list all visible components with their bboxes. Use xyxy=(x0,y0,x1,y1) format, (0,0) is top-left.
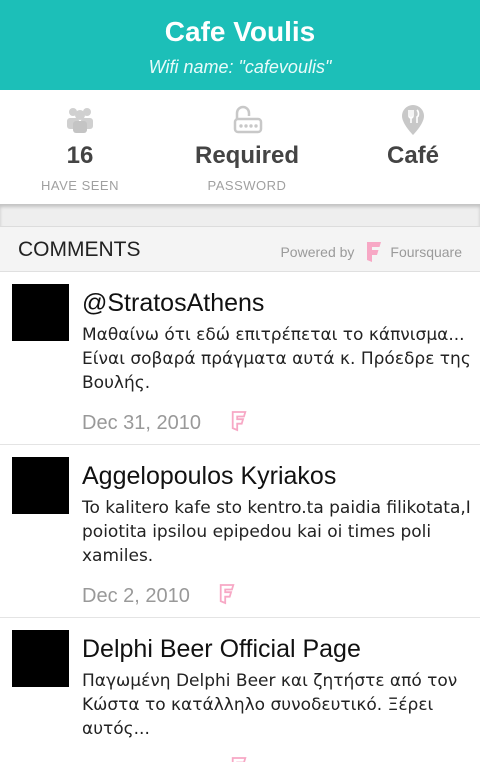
password-label: PASSWORD xyxy=(207,178,287,193)
avatar[interactable] xyxy=(12,284,69,341)
comment-date: Dec 31, 2010 xyxy=(82,412,201,434)
venue-header: Cafe Voulis Wifi name: "cafevoulis" xyxy=(0,0,480,90)
wifi-name: Wifi name: "cafevoulis" xyxy=(148,57,332,77)
comments-header: COMMENTS Powered by Foursquare xyxy=(0,226,480,272)
stat-password: Required PASSWORD xyxy=(167,90,327,204)
location-pin-icon xyxy=(402,105,424,135)
foursquare-icon xyxy=(231,411,247,432)
powered-by-label: Powered by xyxy=(280,244,355,260)
foursquare-icon xyxy=(219,584,235,605)
foursquare-icon xyxy=(231,757,247,762)
avatar[interactable] xyxy=(12,630,69,687)
comment-item[interactable]: Aggelopoulos Kyriakos To kalitero kafe s… xyxy=(0,445,480,618)
stats-row: 16 HAVE SEEN Required PASSWORD Café xyxy=(0,90,480,204)
venue-title: Cafe Voulis xyxy=(164,16,316,47)
comment-date: Dec 2, 2010 xyxy=(82,585,190,607)
password-value: Required xyxy=(194,142,299,169)
stat-category: Café xyxy=(333,90,480,204)
comment-list: @StratosAthens Μαθαίνω ότι εδώ επιτρέπετ… xyxy=(0,272,480,762)
comment-item[interactable]: Delphi Beer Official Page Παγωμένη Delph… xyxy=(0,618,480,762)
comment-text: Παγωμένη Delphi Beer και ζητήστε από τον… xyxy=(82,671,458,739)
comments-heading: COMMENTS xyxy=(18,238,141,261)
comment-author[interactable]: Delphi Beer Official Page xyxy=(82,635,361,664)
avatar[interactable] xyxy=(12,457,69,514)
section-divider xyxy=(0,204,480,226)
lock-icon xyxy=(233,105,263,134)
powered-by-foursquare[interactable]: Powered by Foursquare xyxy=(280,240,462,264)
stat-have-seen: 16 HAVE SEEN xyxy=(0,90,160,204)
provider-label: Foursquare xyxy=(390,244,462,260)
have-seen-label: HAVE SEEN xyxy=(41,178,119,193)
comment-author[interactable]: Aggelopoulos Kyriakos xyxy=(82,462,336,491)
have-seen-value: 16 xyxy=(66,142,94,169)
comment-author[interactable]: @StratosAthens xyxy=(82,289,264,318)
people-icon xyxy=(67,108,93,133)
comment-item[interactable]: @StratosAthens Μαθαίνω ότι εδώ επιτρέπετ… xyxy=(0,272,480,445)
foursquare-logo-icon xyxy=(367,242,382,262)
comment-text: Μαθαίνω ότι εδώ επιτρέπεται το κάπνισμα.… xyxy=(82,325,471,393)
category-value: Café xyxy=(386,142,440,169)
comment-text: To kalitero kafe sto kentro.ta paidia fi… xyxy=(82,498,471,566)
